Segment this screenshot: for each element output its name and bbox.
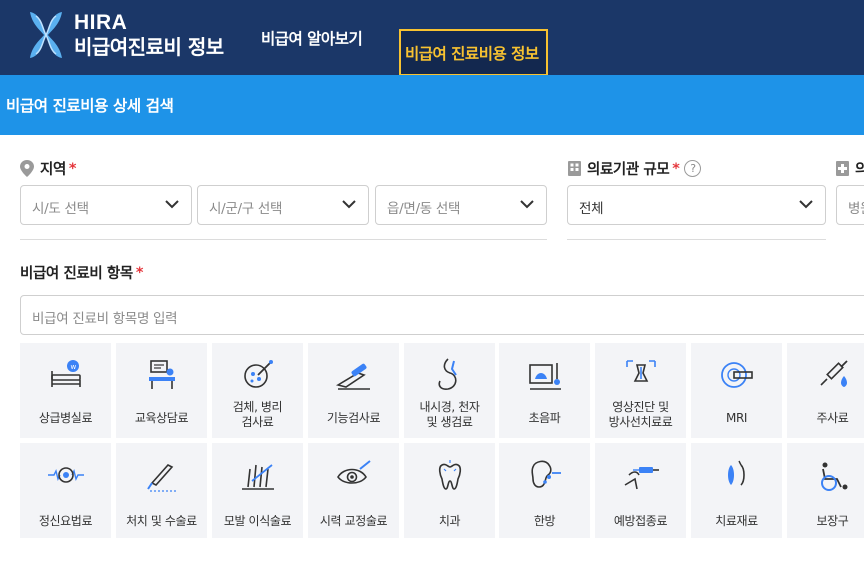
category-label: MRI <box>725 411 748 425</box>
category-vision-correction-fee[interactable]: 시력 교정술료 <box>308 443 399 538</box>
chevron-down-icon <box>520 200 534 209</box>
chevron-down-icon <box>799 200 813 209</box>
category-label: 검체, 병리 검사료 <box>232 400 283 429</box>
items-label: 비급여 진료비 항목 * <box>20 262 143 283</box>
category-label: 치과 <box>438 514 461 528</box>
category-label: 한방 <box>533 514 556 528</box>
counseling-desk-icon <box>148 360 175 389</box>
category-label: 주사료 <box>816 411 849 425</box>
location-pin-icon <box>20 160 34 177</box>
nav-cost-info-active[interactable]: 비급여 진료비용 정보 <box>399 29 548 77</box>
required-mark: * <box>672 160 680 177</box>
category-injection-fee[interactable]: 주사료 <box>787 343 864 438</box>
hospital-label: 의 <box>836 158 864 179</box>
ear-acupuncture-icon <box>530 460 561 488</box>
svg-text:w: w <box>70 363 76 371</box>
sigungu-select-value: 시/군/구 선택 <box>209 201 283 217</box>
page-title: 비급여 진료비용 상세 검색 <box>6 97 174 115</box>
building-icon <box>568 161 581 176</box>
scalpel-icon <box>146 464 176 492</box>
wheelchair-icon <box>820 462 847 491</box>
lens-icon <box>727 460 745 486</box>
institution-size-select[interactable]: 전체 <box>567 185 826 225</box>
top-header: HIRA 비급여진료비 정보 비급여 알아보기 비급여 진료비용 정보 <box>0 0 864 77</box>
category-mri[interactable]: MRI <box>691 343 782 438</box>
eupmyeondong-select[interactable]: 읍/면/동 선택 <box>375 185 547 225</box>
category-ward-fee[interactable]: w 상급병실료 <box>20 343 111 438</box>
category-hair-transplant-fee[interactable]: 모발 이식술료 <box>212 443 303 538</box>
category-label: 초음파 <box>528 411 561 425</box>
brand-ko: 비급여진료비 정보 <box>74 35 224 59</box>
title-band: 비급여 진료비용 상세 검색 <box>0 75 864 135</box>
category-endoscopy-fee[interactable]: 내시경, 천자 및 생검료 <box>404 343 495 438</box>
category-assistive-devices[interactable]: 보장구 <box>787 443 864 538</box>
chevron-down-icon <box>165 200 179 209</box>
category-label: 보장구 <box>816 514 849 528</box>
arm-test-icon <box>335 363 370 390</box>
category-label: 교육상담료 <box>134 411 189 425</box>
category-label: 상급병실료 <box>38 411 93 425</box>
chevron-down-icon <box>342 200 356 209</box>
tooth-icon <box>438 460 461 490</box>
institution-size-value: 전체 <box>579 201 604 217</box>
eupmyeondong-select-value: 읍/면/동 선택 <box>387 201 461 217</box>
divider <box>20 239 547 240</box>
category-counseling-fee[interactable]: 교육상담료 <box>116 343 207 438</box>
hospital-name-input[interactable]: 병원 <box>836 185 864 225</box>
ultrasound-icon <box>528 363 561 390</box>
category-label: 치료재료 <box>715 514 758 528</box>
category-vaccination-fee[interactable]: 예방접종료 <box>595 443 686 538</box>
nav-learn-noncovered[interactable]: 비급여 알아보기 <box>261 0 363 75</box>
hospital-name-placeholder: 병원 <box>848 201 864 217</box>
vaccination-icon <box>624 467 659 490</box>
syringe-icon <box>819 360 848 387</box>
category-label: 모발 이식술료 <box>223 514 292 528</box>
institution-label: 의료기관 규모 * ? <box>568 158 702 179</box>
divider <box>567 239 826 240</box>
category-oriental-medicine[interactable]: 한방 <box>499 443 590 538</box>
sido-select[interactable]: 시/도 선택 <box>20 185 192 225</box>
category-treatment-materials[interactable]: 치료재료 <box>691 443 782 538</box>
region-label: 지역 * <box>20 158 76 179</box>
mri-scanner-icon <box>720 362 753 388</box>
item-search-placeholder: 비급여 진료비 항목명 입력 <box>32 311 178 327</box>
brain-wave-icon <box>47 467 84 483</box>
category-dental[interactable]: 치과 <box>404 443 495 538</box>
xray-icon <box>625 360 656 382</box>
hospital-label-text: 의 <box>855 162 864 178</box>
category-surgery-fee[interactable]: 처치 및 수술료 <box>116 443 207 538</box>
endoscopy-icon <box>437 358 457 390</box>
category-label: 예방접종료 <box>613 514 668 528</box>
region-label-text: 지역 <box>40 162 66 178</box>
hair-transplant-icon <box>241 464 274 490</box>
help-icon[interactable]: ? <box>684 160 702 177</box>
category-ultrasound[interactable]: 초음파 <box>499 343 590 438</box>
lab-test-icon <box>243 360 273 388</box>
brand[interactable]: HIRA 비급여진료비 정보 <box>74 12 224 60</box>
institution-label-text: 의료기관 규모 <box>587 162 670 178</box>
category-psychotherapy-fee[interactable]: 정신요법료 <box>20 443 111 538</box>
category-pathology-test-fee[interactable]: 검체, 병리 검사료 <box>212 343 303 438</box>
category-function-test-fee[interactable]: 기능검사료 <box>308 343 399 438</box>
hira-logo-icon[interactable] <box>26 10 66 60</box>
sido-select-value: 시/도 선택 <box>32 201 89 217</box>
items-label-text: 비급여 진료비 항목 <box>20 266 133 282</box>
sigungu-select[interactable]: 시/군/구 선택 <box>197 185 369 225</box>
category-imaging-radiation-fee[interactable]: 영상진단 및 방사선치료료 <box>595 343 686 438</box>
category-label: 영상진단 및 방사선치료료 <box>608 400 673 429</box>
hospital-icon <box>836 161 849 176</box>
item-search-input[interactable]: 비급여 진료비 항목명 입력 <box>20 295 864 335</box>
category-label: 처치 및 수술료 <box>126 514 197 528</box>
brand-en: HIRA <box>74 11 128 34</box>
category-label: 내시경, 천자 및 생검료 <box>419 400 480 429</box>
category-label: 정신요법료 <box>38 514 93 528</box>
category-label: 기능검사료 <box>326 411 381 425</box>
hospital-bed-icon: w <box>50 360 81 387</box>
required-mark: * <box>135 264 144 281</box>
category-label: 시력 교정술료 <box>319 514 388 528</box>
required-mark: * <box>68 160 77 177</box>
eye-icon <box>336 460 371 484</box>
